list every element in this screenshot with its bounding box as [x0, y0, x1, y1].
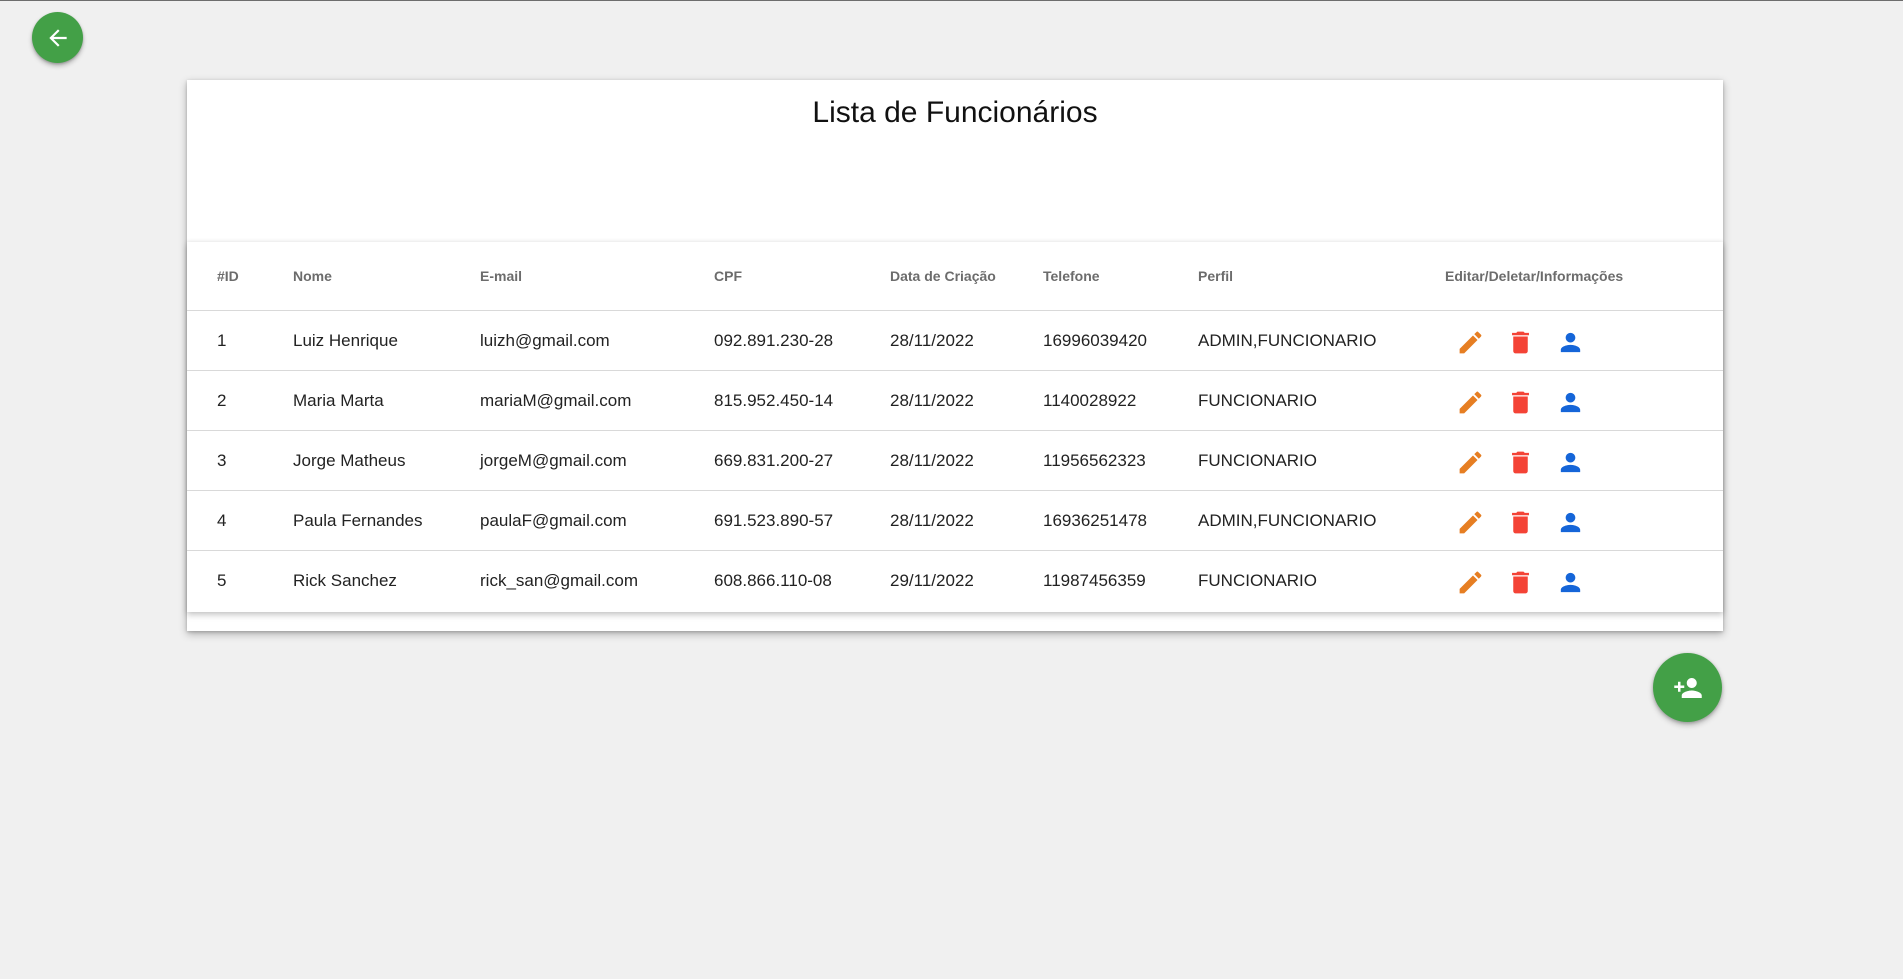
table-row: 5 Rick Sanchez rick_san@gmail.com 608.866.1… [187, 551, 1723, 611]
cell-telefone: 11987456359 [1043, 570, 1146, 590]
cell-actions [1445, 490, 1723, 551]
person-info-icon [1560, 452, 1581, 473]
table-row: 1 Luiz Henrique luizh@gmail.com 092.891.230… [187, 310, 1723, 371]
info-button[interactable] [1556, 448, 1585, 477]
edit-button[interactable] [1456, 328, 1485, 357]
cell-id: 5 [217, 570, 227, 590]
info-button[interactable] [1556, 388, 1585, 417]
pencil-edit-icon [1459, 571, 1482, 594]
cell-id: 1 [187, 310, 293, 371]
cell-email: mariaM@gmail.com [480, 370, 714, 431]
cell-email: luizh@gmail.com [480, 310, 714, 371]
cell-id: 2 [187, 370, 293, 431]
cell-cpf: 691.523.890-57 [714, 490, 890, 551]
cell-actions [1445, 430, 1723, 491]
pencil-edit-icon [1459, 331, 1482, 354]
cell-email: paulaF@gmail.com [480, 490, 714, 551]
column-header-email: E-mail [480, 242, 714, 311]
delete-button[interactable] [1506, 448, 1535, 477]
cell-telefone: 11956562323 [1043, 430, 1198, 491]
trash-delete-icon [1512, 331, 1529, 354]
arrow-left-icon [48, 28, 67, 47]
info-button[interactable] [1556, 568, 1585, 597]
cell-nome: Jorge Matheus [293, 430, 480, 491]
cell-nome: Luiz Henrique [293, 310, 480, 371]
cell-cpf: 815.952.450-14 [714, 370, 890, 431]
person-info-icon [1560, 332, 1581, 353]
cell-data-criacao: 28/11/2022 [890, 430, 1043, 491]
row-actions [1445, 444, 1723, 477]
column-header-perfil: Perfil [1198, 242, 1445, 311]
column-header-telefone: Telefone [1043, 242, 1198, 311]
cell-actions [1445, 310, 1723, 371]
row-actions [1445, 324, 1723, 357]
pencil-edit-icon [1459, 511, 1482, 534]
cell-data-criacao: 28/11/2022 [890, 490, 1043, 551]
page-title: Lista de Funcionários [812, 96, 1098, 129]
cell-telefone: 16936251478 [1043, 490, 1198, 551]
cell-cpf: 092.891.230-28 [714, 310, 890, 371]
cell-email: rick_san@gmail.com [480, 570, 639, 590]
cell-data-criacao: 29/11/2022 [890, 570, 974, 590]
person-add-icon [1673, 677, 1702, 698]
cell-telefone: 16996039420 [1043, 310, 1198, 371]
cell-nome: Rick Sanchez [293, 570, 397, 590]
edit-button[interactable] [1456, 448, 1485, 477]
table-row: 4 Paula Fernandes paulaF@gmail.com 691.523.… [187, 490, 1723, 551]
table-row: 2 Maria Marta mariaM@gmail.com 815.952.450-… [187, 370, 1723, 431]
table-header-row: #ID Nome E-mail CPF Data de Criação Tele… [187, 242, 1723, 311]
cell-perfil: FUNCIONARIO [1198, 430, 1445, 491]
trash-delete-icon [1512, 511, 1529, 534]
row-actions [1445, 564, 1723, 597]
cell-perfil: ADMIN,FUNCIONARIO [1198, 310, 1445, 371]
pencil-edit-icon [1459, 451, 1482, 474]
trash-delete-icon [1512, 571, 1529, 594]
delete-button[interactable] [1506, 568, 1535, 597]
back-button[interactable] [32, 12, 83, 63]
column-header-data-criacao: Data de Criação [890, 242, 1043, 311]
trash-delete-icon [1512, 451, 1529, 474]
cell-telefone: 1140028922 [1043, 370, 1198, 431]
table-row: 3 Jorge Matheus jorgeM@gmail.com 669.831.20… [187, 430, 1723, 491]
cell-id: 4 [187, 490, 293, 551]
person-info-icon [1560, 512, 1581, 533]
cell-email: jorgeM@gmail.com [480, 430, 714, 491]
trash-delete-icon [1512, 391, 1529, 414]
employee-list-card: Lista de Funcionários #ID Nome E-mail CP… [187, 80, 1723, 631]
row-actions [1445, 504, 1723, 537]
cell-data-criacao: 28/11/2022 [890, 370, 1043, 431]
delete-button[interactable] [1506, 508, 1535, 537]
cell-cpf: 669.831.200-27 [714, 430, 890, 491]
info-button[interactable] [1556, 508, 1585, 537]
person-info-icon [1560, 572, 1581, 593]
cell-actions [1445, 370, 1723, 431]
delete-button[interactable] [1506, 388, 1535, 417]
edit-button[interactable] [1456, 568, 1485, 597]
column-header-cpf: CPF [714, 242, 890, 311]
cell-perfil: FUNCIONARIO [1198, 370, 1445, 431]
add-employee-button[interactable] [1653, 653, 1722, 722]
person-info-icon [1560, 392, 1581, 413]
edit-button[interactable] [1456, 388, 1485, 417]
cell-nome: Maria Marta [293, 370, 480, 431]
row-actions [1445, 384, 1723, 417]
cell-cpf: 608.866.110-08 [714, 570, 832, 590]
cell-id: 3 [187, 430, 293, 491]
cell-perfil: FUNCIONARIO [1198, 570, 1317, 590]
pencil-edit-icon [1459, 391, 1482, 414]
cell-actions [1445, 551, 1723, 611]
cell-nome: Paula Fernandes [293, 490, 480, 551]
column-header-id: #ID [187, 242, 293, 311]
column-header-actions: Editar/Deletar/Informações [1445, 242, 1723, 311]
column-header-nome: Nome [293, 242, 480, 311]
cell-perfil: ADMIN,FUNCIONARIO [1198, 490, 1445, 551]
edit-button[interactable] [1456, 508, 1485, 537]
delete-button[interactable] [1506, 328, 1535, 357]
employee-table-panel: #ID Nome E-mail CPF Data de Criação Tele… [187, 242, 1723, 612]
info-button[interactable] [1556, 328, 1585, 357]
cell-data-criacao: 28/11/2022 [890, 310, 1043, 371]
employee-table: #ID Nome E-mail CPF Data de Criação Tele… [187, 242, 1723, 610]
